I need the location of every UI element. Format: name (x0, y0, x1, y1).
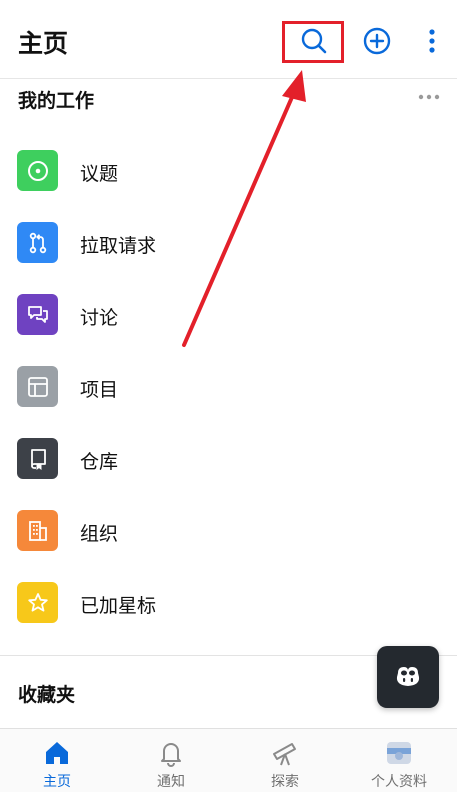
project-table-icon (17, 366, 58, 407)
list-item-label: 讨论 (80, 307, 119, 329)
tab-profile[interactable]: 个人资料 (342, 729, 456, 792)
tab-home[interactable]: 主页 (0, 729, 114, 792)
tab-notifications[interactable]: 通知 (114, 729, 228, 792)
list-item-issues[interactable]: 议题 (0, 134, 457, 206)
bottom-tab-bar: 主页 通知 探索 个人资料 (0, 728, 457, 792)
tab-label: 探索 (271, 774, 299, 790)
bell-icon (161, 743, 181, 767)
favorites-heading: 收藏夹 (18, 684, 76, 706)
pull-request-icon (17, 222, 58, 263)
list-item-organizations[interactable]: 组织 (0, 494, 457, 566)
add-button[interactable] (360, 24, 394, 58)
search-button[interactable] (297, 24, 331, 58)
top-app-bar: 主页 (0, 0, 457, 79)
telescope-icon (273, 743, 296, 766)
organization-icon (17, 510, 58, 551)
list-item-label: 议题 (80, 163, 119, 185)
discussion-icon (17, 294, 58, 335)
list-item-label: 拉取请求 (80, 235, 157, 257)
my-work-list: 议题 拉取请求 讨论 项目 仓库 组织 已加星标 (0, 134, 457, 638)
list-item-projects[interactable]: 项目 (0, 350, 457, 422)
tab-label: 个人资料 (371, 774, 427, 790)
kebab-menu-icon (429, 29, 435, 53)
profile-icon (387, 742, 411, 764)
home-icon (46, 742, 68, 764)
tab-explore[interactable]: 探索 (228, 729, 342, 792)
list-item-starred[interactable]: 已加星标 (0, 566, 457, 638)
star-icon (17, 582, 58, 623)
plus-circle-icon (363, 27, 391, 55)
copilot-button[interactable] (377, 646, 439, 708)
list-item-pull-requests[interactable]: 拉取请求 (0, 206, 457, 278)
tab-label: 通知 (157, 774, 185, 790)
section-more-icon[interactable] (418, 93, 440, 101)
search-icon (301, 28, 327, 54)
tab-label: 主页 (43, 774, 71, 790)
list-item-discussions[interactable]: 讨论 (0, 278, 457, 350)
list-item-label: 组织 (80, 523, 119, 545)
list-item-label: 仓库 (80, 451, 119, 473)
list-item-label: 已加星标 (80, 595, 157, 617)
list-item-repositories[interactable]: 仓库 (0, 422, 457, 494)
copilot-icon (396, 667, 420, 686)
list-item-label: 项目 (80, 379, 119, 401)
more-options-button[interactable] (420, 24, 454, 58)
page-title: 主页 (18, 29, 69, 58)
my-work-heading: 我的工作 (18, 90, 95, 112)
repo-icon (17, 438, 58, 479)
issue-icon (17, 150, 58, 191)
